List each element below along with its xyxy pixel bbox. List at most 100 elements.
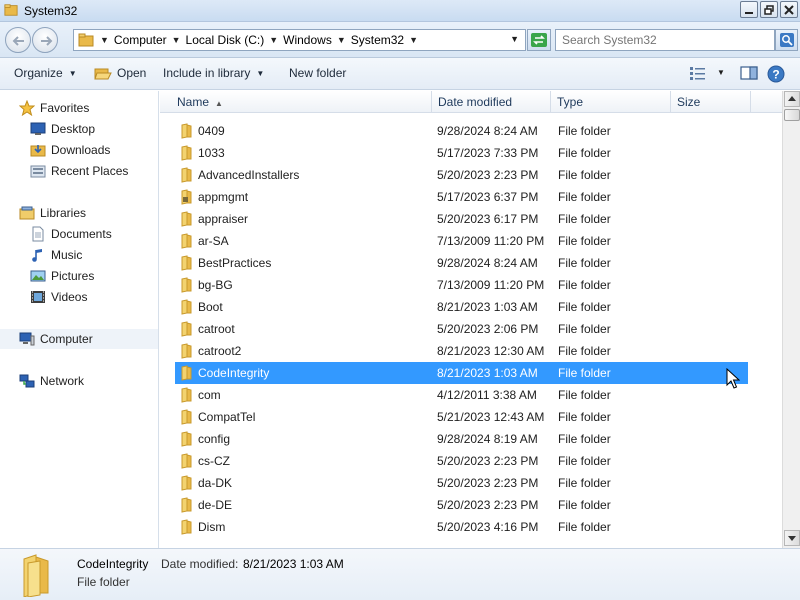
breadcrumb-separator[interactable]: ▼: [100, 35, 109, 45]
table-row[interactable]: de-DE 5/20/2023 2:23 PM File folder: [175, 494, 748, 516]
vertical-scrollbar[interactable]: [782, 91, 800, 548]
file-type: File folder: [558, 366, 611, 380]
file-type: File folder: [558, 410, 611, 424]
close-icon: [784, 5, 794, 15]
file-date-modified: 4/12/2011 3:38 AM: [437, 388, 537, 402]
file-name: appraiser: [198, 212, 249, 226]
table-row[interactable]: 0409 9/28/2024 8:24 AM File folder: [175, 120, 748, 142]
folder-icon: [181, 387, 192, 403]
more-options-dropdown[interactable]: ▼: [717, 68, 725, 77]
table-row[interactable]: BestPractices 9/28/2024 8:24 AM File folde…: [175, 252, 748, 274]
search-input[interactable]: [555, 29, 775, 51]
chevron-down-icon[interactable]: ▼: [269, 35, 278, 45]
table-row[interactable]: cs-CZ 5/20/2023 2:23 PM File folder: [175, 450, 748, 472]
nav-libraries[interactable]: Libraries: [19, 203, 177, 223]
file-type: File folder: [558, 234, 611, 248]
file-date-modified: 5/20/2023 4:16 PM: [437, 520, 539, 534]
breadcrumb-local-disk[interactable]: Local Disk (C:) ▼: [186, 33, 279, 47]
folder-icon: [181, 497, 192, 513]
table-row[interactable]: CompatTel 5/21/2023 12:43 AM File folder: [175, 406, 748, 428]
file-name: config: [198, 432, 231, 446]
table-row[interactable]: CodeIntegrity 8/21/2023 1:03 AM File folde…: [175, 362, 748, 384]
column-header-date-modified[interactable]: Date modified: [432, 91, 551, 113]
table-row[interactable]: bg-BG 7/13/2009 11:20 PM File folder: [175, 274, 748, 296]
details-date-value: 8/21/2023 1:03 AM: [243, 557, 344, 571]
table-row[interactable]: AdvancedInstallers 5/20/2023 2:23 PM File …: [175, 164, 748, 186]
file-name: AdvancedInstallers: [198, 168, 300, 182]
file-date-modified: 5/21/2023 12:43 AM: [437, 410, 545, 424]
search-icon: [780, 33, 794, 47]
details-pane: CodeIntegrity Date modified: 8/21/2023 1…: [0, 548, 800, 600]
nav-network[interactable]: Network: [19, 371, 177, 391]
open-button[interactable]: Open: [94, 66, 146, 80]
breadcrumb-system32[interactable]: System32 ▼: [351, 33, 418, 47]
address-bar[interactable]: ▼ Computer ▼ Local Disk (C:) ▼ Windows ▼ Sy…: [73, 29, 526, 51]
include-in-library-button[interactable]: Include in library ▼: [163, 66, 264, 80]
column-header-name[interactable]: Name ▲: [170, 91, 432, 113]
organize-button[interactable]: Organize ▼: [14, 66, 77, 80]
table-row[interactable]: ar-SA 7/13/2009 11:20 PM File folder: [175, 230, 748, 252]
nav-computer[interactable]: Computer: [0, 329, 158, 349]
forward-arrow-icon: [41, 36, 53, 46]
table-row[interactable]: Dism 5/20/2023 4:16 PM File folder: [175, 516, 748, 538]
close-button[interactable]: [780, 1, 798, 18]
file-name: bg-BG: [198, 278, 233, 292]
file-name: 0409: [198, 124, 225, 138]
column-header-size[interactable]: Size: [671, 91, 751, 113]
breadcrumb-computer[interactable]: Computer ▼: [114, 33, 181, 47]
back-button[interactable]: [5, 27, 31, 53]
back-arrow-icon: [12, 36, 24, 46]
table-row[interactable]: appraiser 5/20/2023 6:17 PM File folder: [175, 208, 748, 230]
restore-icon: [764, 5, 774, 15]
refresh-button[interactable]: [527, 29, 551, 51]
change-view-button[interactable]: [689, 65, 707, 84]
table-row[interactable]: com 4/12/2011 3:38 AM File folder: [175, 384, 748, 406]
file-type: File folder: [558, 520, 611, 534]
folder-icon: [181, 189, 192, 205]
arrow-down-icon: [788, 536, 796, 541]
file-date-modified: 5/17/2023 6:37 PM: [437, 190, 539, 204]
address-history-dropdown[interactable]: ▼: [510, 34, 519, 44]
scroll-down-button[interactable]: [784, 530, 800, 546]
preview-pane-button[interactable]: [740, 65, 758, 84]
file-type: File folder: [558, 212, 611, 226]
breadcrumb-windows[interactable]: Windows ▼: [283, 33, 346, 47]
table-row[interactable]: catroot 5/20/2023 2:06 PM File folder: [175, 318, 748, 340]
folder-icon: [181, 123, 192, 139]
new-folder-button[interactable]: New folder: [289, 66, 346, 80]
downloads-folder-icon: [30, 145, 46, 157]
file-date-modified: 8/21/2023 1:03 AM: [437, 300, 538, 314]
chevron-down-icon[interactable]: ▼: [337, 35, 346, 45]
chevron-down-icon[interactable]: ▼: [409, 35, 418, 45]
nav-favorites[interactable]: Favorites: [19, 98, 177, 118]
table-row[interactable]: catroot2 8/21/2023 12:30 AM File folder: [175, 340, 748, 362]
table-row[interactable]: appmgmt 5/17/2023 6:37 PM File folder: [175, 186, 748, 208]
details-item-type: File folder: [77, 575, 130, 589]
minimize-button[interactable]: [740, 1, 758, 18]
file-date-modified: 5/20/2023 2:23 PM: [437, 498, 539, 512]
network-icon: [19, 374, 35, 388]
file-name: com: [198, 388, 221, 402]
file-list: Name ▲ Date modified Type Size 0409 9/28/2…: [160, 91, 782, 548]
table-row[interactable]: Boot 8/21/2023 1:03 AM File folder: [175, 296, 748, 318]
music-icon: [32, 249, 42, 262]
help-icon: ?: [767, 65, 785, 83]
preview-pane-icon: [740, 66, 758, 80]
file-name: CodeIntegrity: [198, 366, 270, 380]
file-date-modified: 5/20/2023 2:23 PM: [437, 476, 539, 490]
scroll-up-button[interactable]: [784, 91, 800, 107]
scrollbar-thumb[interactable]: [784, 109, 800, 121]
column-header-type[interactable]: Type: [551, 91, 671, 113]
file-name: cs-CZ: [198, 454, 230, 468]
help-button[interactable]: ?: [767, 65, 785, 86]
search-button[interactable]: [775, 29, 798, 51]
file-name: 1033: [198, 146, 225, 160]
desktop-icon: [30, 122, 46, 135]
chevron-down-icon[interactable]: ▼: [172, 35, 181, 45]
table-row[interactable]: 1033 5/17/2023 7:33 PM File folder: [175, 142, 748, 164]
forward-button[interactable]: [32, 27, 58, 53]
table-row[interactable]: config 9/28/2024 8:19 AM File folder: [175, 428, 748, 450]
table-row[interactable]: da-DK 5/20/2023 2:23 PM File folder: [175, 472, 748, 494]
file-type: File folder: [558, 476, 611, 490]
restore-button[interactable]: [760, 1, 778, 18]
